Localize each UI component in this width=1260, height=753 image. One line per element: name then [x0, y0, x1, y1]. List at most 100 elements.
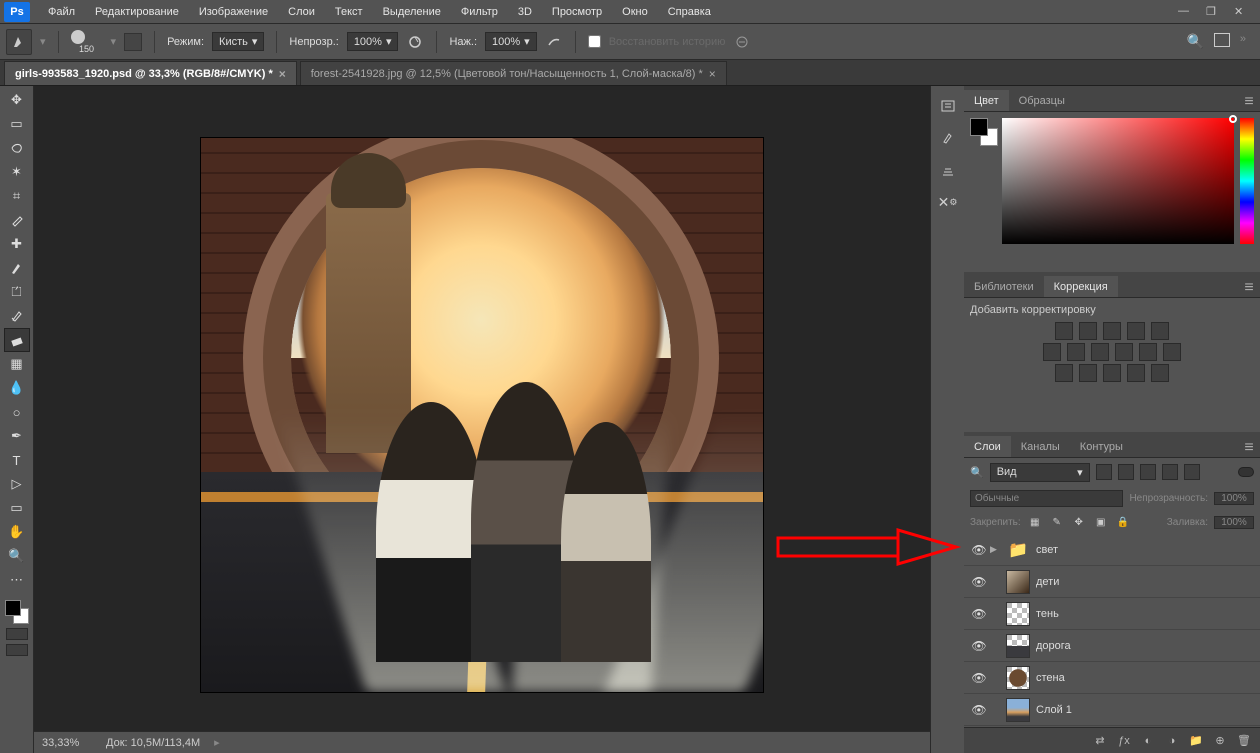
mode-dropdown[interactable]: Кисть▾	[212, 32, 264, 51]
brush-tool-icon[interactable]	[5, 257, 29, 279]
layer-kind-dropdown[interactable]: Вид▾	[990, 463, 1090, 482]
history-panel-icon[interactable]	[938, 96, 958, 116]
current-tool-icon[interactable]	[6, 29, 32, 55]
layer-thumbnail[interactable]	[1006, 698, 1030, 722]
menu-filter[interactable]: Фильтр	[451, 0, 508, 24]
panel-menu-icon[interactable]: ≡	[1238, 93, 1260, 111]
mask-icon[interactable]: ◐	[1140, 733, 1156, 749]
filter-shape-icon[interactable]	[1162, 464, 1178, 480]
layer-name[interactable]: тень	[1036, 608, 1059, 620]
blend-mode-dropdown[interactable]: Обычные	[970, 490, 1123, 507]
history-checkbox[interactable]	[588, 35, 601, 48]
layer-name[interactable]: дорога	[1036, 640, 1071, 652]
heal-tool-icon[interactable]: ✚	[5, 233, 29, 255]
layer-opacity-field[interactable]: 100%	[1214, 492, 1254, 505]
zoom-tool-icon[interactable]: 🔍	[5, 545, 29, 567]
hand-tool-icon[interactable]: ✋	[5, 521, 29, 543]
lock-all-icon[interactable]: 🔒	[1115, 515, 1131, 529]
stamp-tool-icon[interactable]: ⏍	[5, 281, 29, 303]
tab-paths[interactable]: Контуры	[1070, 436, 1133, 457]
quickmask-icon[interactable]	[6, 628, 28, 640]
menu-window[interactable]: Окно	[612, 0, 658, 24]
visibility-icon[interactable]: 👁	[968, 639, 990, 653]
fx-icon[interactable]: ƒx	[1116, 733, 1132, 749]
airbrush-icon[interactable]	[545, 33, 563, 51]
layer-name[interactable]: стена	[1036, 672, 1065, 684]
layer-fill-field[interactable]: 100%	[1214, 516, 1254, 529]
color-pick-indicator[interactable]	[1229, 115, 1237, 123]
menu-view[interactable]: Просмотр	[542, 0, 612, 24]
brush-panel-toggle-icon[interactable]	[124, 33, 142, 51]
pressure-opacity-icon[interactable]	[406, 33, 424, 51]
properties-panel-icon[interactable]: ✕⚙	[938, 192, 958, 212]
menu-text[interactable]: Текст	[325, 0, 373, 24]
eraser-tool-icon[interactable]	[5, 329, 29, 351]
wand-tool-icon[interactable]: ✶	[5, 161, 29, 183]
tab-libraries[interactable]: Библиотеки	[964, 276, 1044, 297]
new-layer-icon[interactable]: ⊕	[1212, 733, 1228, 749]
menu-image[interactable]: Изображение	[189, 0, 278, 24]
search-icon[interactable]: 🔍	[1186, 33, 1203, 50]
char-panel-icon[interactable]	[938, 160, 958, 180]
gradient-tool-icon[interactable]: ▦	[5, 353, 29, 375]
filter-smart-icon[interactable]	[1184, 464, 1200, 480]
doc-size[interactable]: Док: 10,5M/113,4M	[106, 737, 200, 749]
layer-row[interactable]: 👁 стена	[964, 662, 1260, 694]
adj-exposure-icon[interactable]	[1127, 322, 1145, 340]
lasso-tool-icon[interactable]	[5, 137, 29, 159]
layer-row[interactable]: 👁 тень	[964, 598, 1260, 630]
canvas-area[interactable]	[34, 86, 930, 731]
menu-layers[interactable]: Слои	[278, 0, 325, 24]
visibility-icon[interactable]: 👁	[968, 607, 990, 621]
panel-menu-icon[interactable]: ≡	[1238, 279, 1260, 297]
eyedropper-tool-icon[interactable]	[5, 209, 29, 231]
filter-toggle[interactable]	[1238, 467, 1254, 477]
maximize-icon[interactable]: ❐	[1206, 5, 1220, 19]
adj-hue-icon[interactable]	[1043, 343, 1061, 361]
crop-tool-icon[interactable]: ⌗	[5, 185, 29, 207]
layer-name[interactable]: свет	[1036, 544, 1058, 556]
brushes-panel-icon[interactable]	[938, 128, 958, 148]
adj-curves-icon[interactable]	[1103, 322, 1121, 340]
layer-row[interactable]: 👁 дорога	[964, 630, 1260, 662]
delete-layer-icon[interactable]: 🗑	[1236, 733, 1252, 749]
layer-thumbnail[interactable]	[1006, 634, 1030, 658]
minimize-icon[interactable]: —	[1178, 5, 1192, 19]
close-icon[interactable]: ✕	[1234, 5, 1248, 19]
adj-threshold-icon[interactable]	[1103, 364, 1121, 382]
layer-name[interactable]: дети	[1036, 576, 1059, 588]
filter-adjust-icon[interactable]	[1118, 464, 1134, 480]
visibility-icon[interactable]: 👁	[968, 575, 990, 589]
blur-tool-icon[interactable]: 💧	[5, 377, 29, 399]
layer-row[interactable]: 👁 ▶ 📁 свет	[964, 534, 1260, 566]
lock-transparency-icon[interactable]: ▦	[1027, 515, 1043, 529]
adj-photo-filter-icon[interactable]	[1115, 343, 1133, 361]
tab-swatches[interactable]: Образцы	[1009, 90, 1075, 111]
color-swatches[interactable]	[5, 600, 29, 624]
path-select-tool-icon[interactable]: ▷	[5, 473, 29, 495]
fg-color[interactable]	[5, 600, 21, 616]
layer-row[interactable]: 👁 Слой 1	[964, 694, 1260, 726]
menu-help[interactable]: Справка	[658, 0, 721, 24]
lock-paint-icon[interactable]: ✎	[1049, 515, 1065, 529]
adj-brightness-icon[interactable]	[1055, 322, 1073, 340]
layer-name[interactable]: Слой 1	[1036, 704, 1072, 716]
lock-artboard-icon[interactable]: ▣	[1093, 515, 1109, 529]
tab-layers[interactable]: Слои	[964, 436, 1011, 457]
screen-mode-icon[interactable]	[6, 644, 28, 656]
adj-bw-icon[interactable]	[1091, 343, 1109, 361]
new-group-icon[interactable]: 📁	[1188, 733, 1204, 749]
adjustment-icon[interactable]: ◑	[1164, 733, 1180, 749]
layer-row[interactable]: 👁 дети	[964, 566, 1260, 598]
menu-select[interactable]: Выделение	[373, 0, 451, 24]
brush-preview[interactable]: 150	[71, 30, 103, 54]
tab-correction[interactable]: Коррекция	[1044, 276, 1118, 297]
adj-lut-icon[interactable]	[1163, 343, 1181, 361]
tab-color[interactable]: Цвет	[964, 90, 1009, 111]
tab-channels[interactable]: Каналы	[1011, 436, 1070, 457]
flow-field[interactable]: 100%▾	[485, 32, 537, 51]
workspace-switcher-icon[interactable]	[1214, 33, 1230, 47]
hue-slider[interactable]	[1240, 118, 1254, 244]
adj-selective-color-icon[interactable]	[1151, 364, 1169, 382]
doc-tab-active[interactable]: girls-993583_1920.psd @ 33,3% (RGB/8#/CM…	[4, 61, 297, 85]
